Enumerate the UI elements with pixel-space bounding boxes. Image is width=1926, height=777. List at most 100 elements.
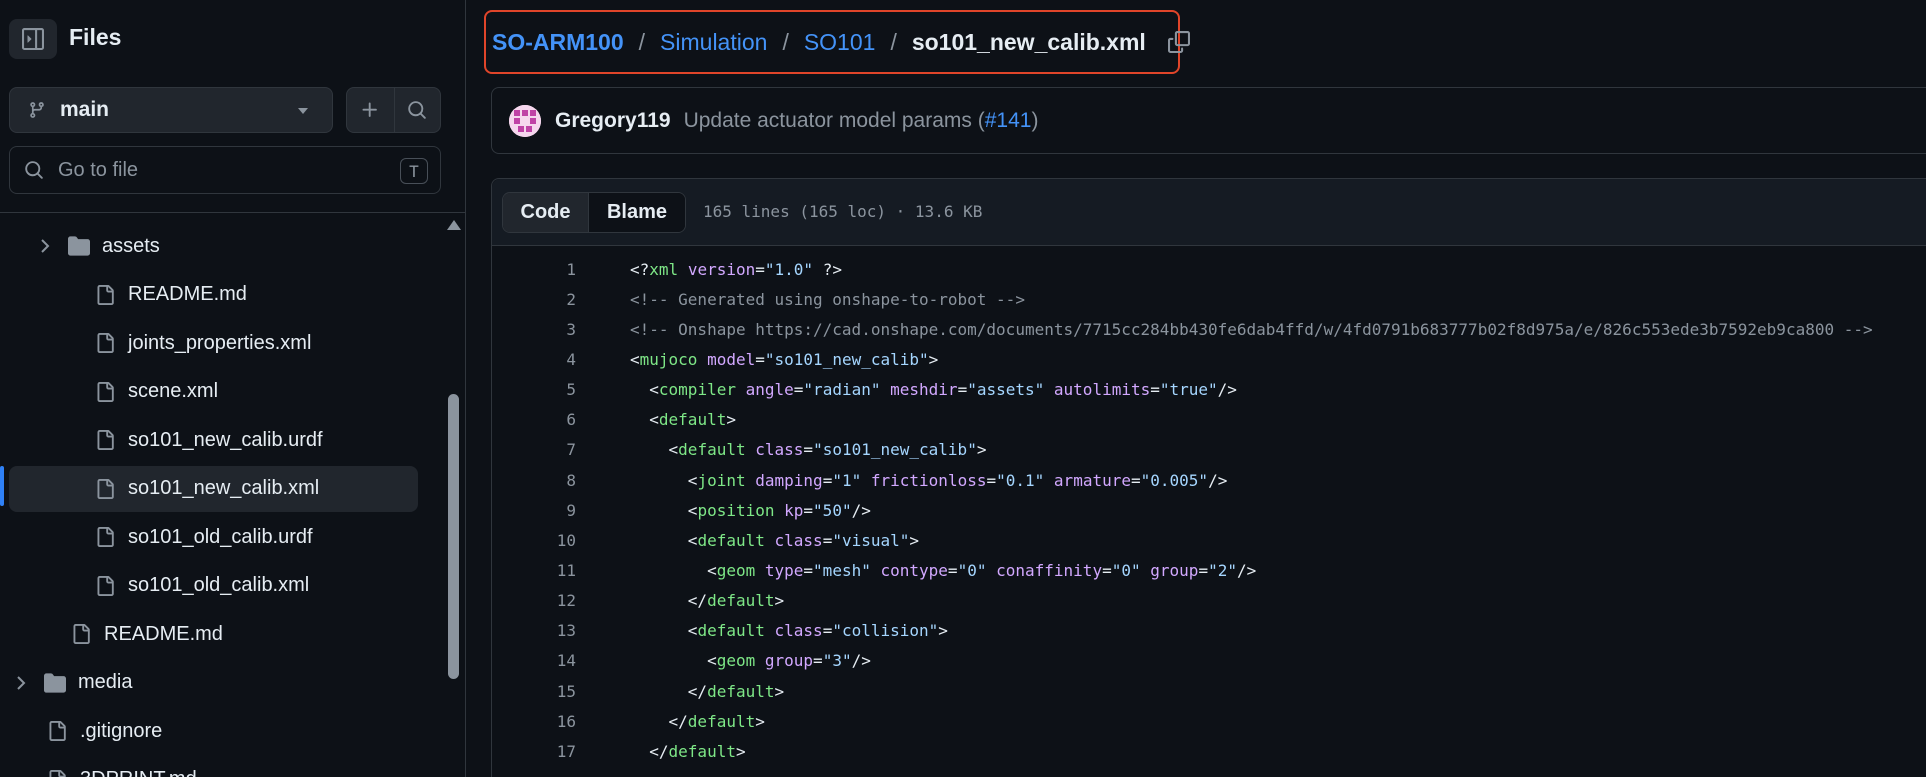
tree-item-label: so101_new_calib.urdf xyxy=(128,428,323,451)
code-token: class xyxy=(774,621,823,641)
scroll-thumb[interactable] xyxy=(448,394,459,679)
line-number[interactable]: 10 xyxy=(492,531,576,550)
tree-file-item[interactable]: 3DPRINT.md xyxy=(0,757,420,777)
line-number[interactable]: 15 xyxy=(492,682,576,701)
code-line: 10 <default class="visual"> xyxy=(492,525,1926,555)
tab-code[interactable]: Code xyxy=(503,193,589,232)
file-tree-sidebar: Files main Go to file T assets README.md j… xyxy=(0,0,466,777)
code-token: = xyxy=(822,470,833,490)
avatar[interactable] xyxy=(509,104,541,137)
code-token: = xyxy=(1198,561,1209,580)
file-icon xyxy=(94,380,116,404)
code-token: = xyxy=(1102,561,1112,580)
line-source: <compiler angle="radian" meshdir="assets… xyxy=(630,380,1237,399)
file-actions-group xyxy=(346,87,441,133)
tree-item-label: scene.xml xyxy=(128,380,219,402)
triangle-down-icon xyxy=(298,108,308,114)
line-number[interactable]: 4 xyxy=(492,350,576,369)
code-line: 8 <joint damping="1" frictionloss="0.1" … xyxy=(492,465,1926,495)
line-source: <position kp="50"/> xyxy=(630,501,871,520)
go-to-file-input[interactable]: Go to file T xyxy=(9,146,441,194)
line-number[interactable]: 11 xyxy=(492,561,576,580)
code-token: xml xyxy=(649,259,679,279)
commit-message[interactable]: Update actuator model params (#141) xyxy=(684,109,1039,133)
line-number[interactable]: 7 xyxy=(492,440,576,459)
commit-author-link[interactable]: Gregory119 xyxy=(555,109,671,133)
breadcrumb-repo-link[interactable]: SO-ARM100 xyxy=(492,29,624,56)
code-token: < xyxy=(630,380,659,400)
tree-file-item[interactable]: so101_old_calib.xml xyxy=(0,563,420,609)
tree-item-label: README.md xyxy=(104,622,223,645)
code-token: "3" xyxy=(822,651,852,671)
search-code-button[interactable] xyxy=(393,88,441,132)
line-number[interactable]: 6 xyxy=(492,410,576,429)
search-icon xyxy=(25,161,43,179)
line-number[interactable]: 2 xyxy=(492,290,576,309)
line-number[interactable]: 9 xyxy=(492,501,576,520)
line-source: <!-- Generated using onshape-to-robot --… xyxy=(630,290,1025,309)
line-number[interactable]: 1 xyxy=(492,260,576,279)
code-token: /> xyxy=(851,651,871,671)
breadcrumb-so101-link[interactable]: SO101 xyxy=(804,29,876,56)
file-icon xyxy=(94,574,116,598)
file-icon xyxy=(94,525,116,549)
line-number[interactable]: 3 xyxy=(492,320,576,339)
code-token: < xyxy=(630,500,698,520)
tree-folder-item[interactable]: media xyxy=(0,660,420,706)
chevron-right-icon[interactable] xyxy=(14,675,28,690)
tab-blame[interactable]: Blame xyxy=(589,193,685,232)
code-token: type xyxy=(764,561,804,580)
code-token: > xyxy=(735,741,746,761)
identicon-icon xyxy=(509,104,541,137)
code-token: < xyxy=(630,651,717,671)
code-token: <!-- Generated using onshape-to-robot --… xyxy=(630,289,1025,309)
code-line: 11 <geom type="mesh" contype="0" conaffi… xyxy=(492,556,1926,586)
scroll-up-arrow-icon[interactable] xyxy=(447,220,461,230)
code-token: = xyxy=(957,380,968,400)
code-token: /> xyxy=(1208,470,1228,490)
line-source: </default> xyxy=(630,682,784,701)
breadcrumb-separator: / xyxy=(782,28,789,55)
tree-folder-item[interactable]: assets xyxy=(0,223,420,269)
line-number[interactable]: 8 xyxy=(492,471,576,490)
tree-file-item[interactable]: scene.xml xyxy=(0,369,420,415)
code-token: < xyxy=(630,561,717,580)
tree-file-item[interactable]: README.md xyxy=(0,611,420,657)
code-token: ?> xyxy=(813,259,842,279)
tree-file-item[interactable]: so101_new_calib.xml xyxy=(9,465,418,512)
copy-path-button[interactable] xyxy=(1167,31,1190,53)
code-line: 6 <default> xyxy=(492,405,1926,435)
tree-file-item[interactable]: joints_properties.xml xyxy=(0,320,420,366)
add-file-button[interactable] xyxy=(347,88,394,132)
line-number[interactable]: 17 xyxy=(492,742,576,761)
tree-file-item[interactable]: .gitignore xyxy=(0,708,420,754)
tree-file-item[interactable]: so101_new_calib.urdf xyxy=(0,417,420,463)
tree-item-label: so101_new_calib.xml xyxy=(128,477,320,499)
tree-scrollbar[interactable] xyxy=(443,214,465,777)
pull-request-link[interactable]: #141 xyxy=(985,109,1032,132)
code-line: 14 <geom group="3"/> xyxy=(492,646,1926,676)
line-source: <geom type="mesh" contype="0" conaffinit… xyxy=(630,561,1256,580)
chevron-right-icon[interactable] xyxy=(38,239,52,253)
breadcrumb-simulation-link[interactable]: Simulation xyxy=(660,29,767,56)
copy-icon xyxy=(1167,31,1190,53)
line-number[interactable]: 13 xyxy=(492,621,576,640)
tree-item-label: README.md xyxy=(128,283,247,305)
line-number[interactable]: 14 xyxy=(492,651,576,670)
code-token: "2" xyxy=(1208,561,1237,580)
tree-file-item[interactable]: README.md xyxy=(0,272,420,318)
code-token: = xyxy=(822,530,833,550)
code-token: "0" xyxy=(1111,561,1141,580)
line-number[interactable]: 12 xyxy=(492,591,576,610)
file-icon xyxy=(94,331,116,355)
tree-file-item[interactable]: so101_old_calib.urdf xyxy=(0,514,420,560)
code-line: 17 </default> xyxy=(492,736,1926,766)
line-number[interactable]: 16 xyxy=(492,712,576,731)
branch-select-button[interactable]: main xyxy=(9,87,333,133)
code-token: mujoco xyxy=(639,349,698,369)
collapse-sidebar-button[interactable] xyxy=(9,19,57,59)
line-number[interactable]: 5 xyxy=(492,380,576,399)
